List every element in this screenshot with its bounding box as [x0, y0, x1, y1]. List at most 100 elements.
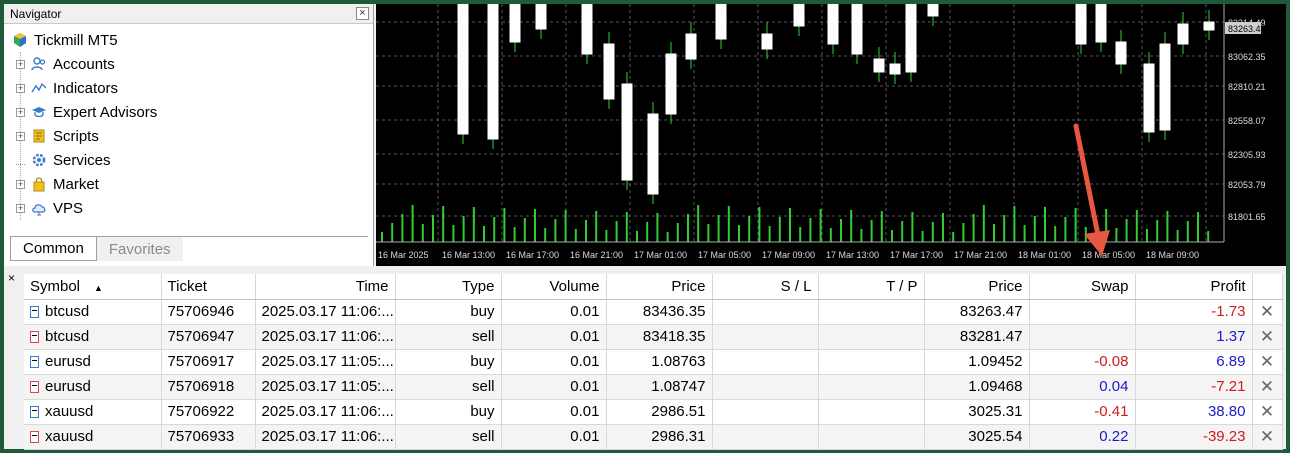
col-symbol[interactable]: Symbol ▲: [24, 274, 162, 300]
symbol-label: btcusd: [45, 328, 90, 345]
nav-item-scripts[interactable]: + Scripts: [4, 124, 373, 148]
price-tick-label: 82558.07: [1228, 116, 1266, 126]
col-sl[interactable]: S / L: [712, 274, 819, 300]
cell-cur-price: 3025.54: [924, 424, 1030, 450]
candle-body: [1203, 21, 1215, 31]
cell-sl: [712, 349, 819, 375]
nav-item-indicators[interactable]: + Indicators: [4, 76, 373, 100]
cell-tp: [818, 349, 925, 375]
close-position-button[interactable]: ✕: [1252, 374, 1283, 400]
cell-price: 2986.31: [606, 424, 713, 450]
cell-sl: [712, 299, 819, 325]
close-position-button[interactable]: ✕: [1252, 424, 1283, 450]
close-position-button[interactable]: ✕: [1252, 349, 1283, 375]
cell-swap: [1029, 299, 1136, 325]
navigator-close-button[interactable]: ×: [356, 7, 369, 20]
col-ticket[interactable]: Ticket: [161, 274, 256, 300]
price-chart[interactable]: 83314.4983263.4783062.3582810.2182558.07…: [376, 3, 1286, 266]
nav-item-services[interactable]: Services: [4, 148, 373, 172]
col-type[interactable]: Type: [395, 274, 502, 300]
candle-body: [715, 3, 727, 40]
candle-body: [535, 3, 547, 30]
cell-time: 2025.03.17 11:06:...: [255, 299, 396, 325]
close-position-button[interactable]: ✕: [1252, 399, 1283, 425]
toolbox-panel: × Symbol ▲ Ticket Time Type Volume Price …: [4, 268, 1286, 450]
time-tick-label: 17 Mar 17:00: [890, 250, 943, 260]
col-price[interactable]: Price: [606, 274, 713, 300]
symbol-wrapper: btcusd: [30, 328, 155, 345]
cell-price: 1.08747: [606, 374, 713, 400]
nav-item-vps[interactable]: + VPS: [4, 196, 373, 220]
cell-cur-price: 1.09468: [924, 374, 1030, 400]
cell-cur-price: 3025.31: [924, 399, 1030, 425]
expand-icon[interactable]: +: [16, 83, 25, 93]
col-tp[interactable]: T / P: [818, 274, 925, 300]
expand-icon[interactable]: +: [16, 107, 25, 117]
cell-ticket: 75706946: [161, 299, 256, 325]
cell-tp: [818, 324, 925, 350]
tree-connector: [16, 156, 25, 165]
candle-body: [1115, 41, 1127, 65]
position-document-icon: [30, 380, 39, 393]
time-tick-label: 17 Mar 01:00: [634, 250, 687, 260]
cube-icon: [12, 32, 28, 48]
candle-body: [621, 83, 633, 181]
table-row[interactable]: btcusd 75706946 2025.03.17 11:06:... buy 0.0…: [24, 299, 1283, 325]
col-profit[interactable]: Profit: [1135, 274, 1253, 300]
table-row[interactable]: eurusd 75706917 2025.03.17 11:05:... buy 0.0…: [24, 349, 1283, 375]
cell-ticket: 75706947: [161, 324, 256, 350]
price-tick-label: 83062.35: [1228, 52, 1266, 62]
table-row[interactable]: xauusd 75706933 2025.03.17 11:06:... sell 0.…: [24, 424, 1283, 450]
tab-common[interactable]: Common: [10, 237, 97, 261]
table-row[interactable]: eurusd 75706918 2025.03.17 11:05:... sell 0.…: [24, 374, 1283, 400]
col-swap[interactable]: Swap: [1029, 274, 1136, 300]
expand-icon[interactable]: +: [16, 203, 25, 213]
candle-body: [1143, 63, 1155, 133]
table-row[interactable]: btcusd 75706947 2025.03.17 11:06:... sell 0.…: [24, 324, 1283, 350]
time-tick-label: 17 Mar 09:00: [762, 250, 815, 260]
symbol-wrapper: eurusd: [30, 353, 155, 370]
time-tick-label: 18 Mar 01:00: [1018, 250, 1071, 260]
nav-item-expert-advisors[interactable]: + Expert Advisors: [4, 100, 373, 124]
nav-item-label: Services: [53, 151, 111, 169]
volume-bars: [381, 205, 1210, 242]
position-document-icon: [30, 405, 39, 418]
position-document-icon: [30, 355, 39, 368]
cell-ticket: 75706933: [161, 424, 256, 450]
candle-body: [1075, 3, 1087, 45]
cell-cur-price: 1.09452: [924, 349, 1030, 375]
time-tick-label: 16 Mar 21:00: [570, 250, 623, 260]
cell-profit: 6.89: [1135, 349, 1253, 375]
navigator-header: Navigator: [4, 4, 373, 24]
col-volume[interactable]: Volume: [501, 274, 607, 300]
col-time[interactable]: Time: [255, 274, 396, 300]
table-row[interactable]: xauusd 75706922 2025.03.17 11:06:... buy 0.0…: [24, 399, 1283, 425]
tab-favorites[interactable]: Favorites: [96, 237, 183, 261]
expand-icon[interactable]: +: [16, 131, 25, 141]
expand-icon[interactable]: +: [16, 179, 25, 189]
close-position-button[interactable]: ✕: [1252, 299, 1283, 325]
cell-ticket: 75706918: [161, 374, 256, 400]
toolbox-close-button[interactable]: ×: [8, 271, 15, 285]
nav-item-accounts[interactable]: + Accounts: [4, 52, 373, 76]
shopping-bag-icon: [31, 176, 47, 192]
cell-price: 83436.35: [606, 299, 713, 325]
symbol-label: eurusd: [45, 353, 91, 370]
candle-body: [1159, 43, 1171, 131]
nav-item-label: Expert Advisors: [53, 103, 158, 121]
close-position-button[interactable]: ✕: [1252, 324, 1283, 350]
time-tick-label: 18 Mar 05:00: [1082, 250, 1135, 260]
cell-time: 2025.03.17 11:06:...: [255, 424, 396, 450]
cell-type: sell: [395, 374, 502, 400]
navigator-root[interactable]: Tickmill MT5: [4, 28, 373, 52]
nav-item-label: VPS: [53, 199, 84, 217]
col-symbol-label: Symbol: [30, 277, 81, 295]
arrow-shaft: [1073, 123, 1102, 243]
cell-volume: 0.01: [501, 374, 607, 400]
nav-item-market[interactable]: + Market: [4, 172, 373, 196]
cell-symbol: eurusd: [24, 374, 162, 400]
cell-cur-price: 83263.47: [924, 299, 1030, 325]
expand-icon[interactable]: +: [16, 59, 25, 69]
chart-canvas[interactable]: 83314.4983263.4783062.3582810.2182558.07…: [376, 3, 1286, 266]
col-current-price[interactable]: Price: [924, 274, 1030, 300]
